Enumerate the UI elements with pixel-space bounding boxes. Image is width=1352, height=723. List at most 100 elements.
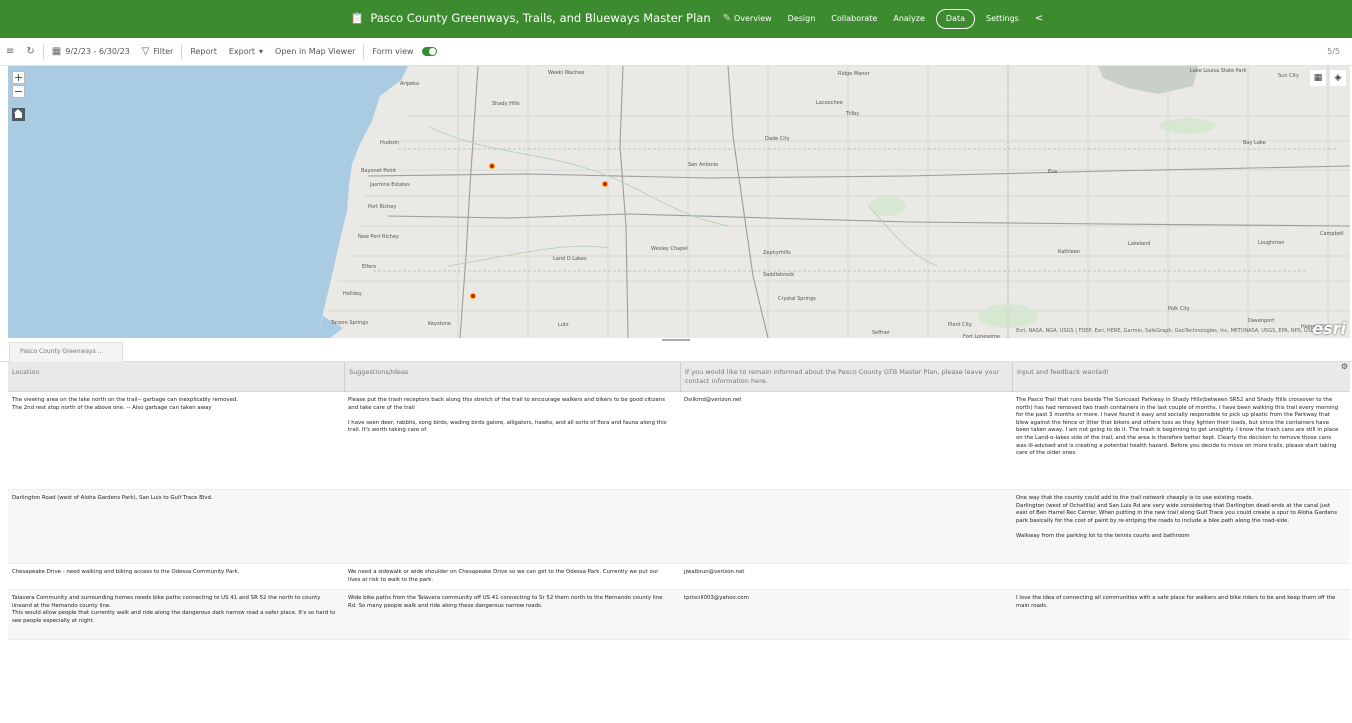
cell-input [1012, 564, 1346, 574]
map-place-label: Ridge Manor [838, 71, 870, 77]
cell-suggestions: Wide bike paths from the Talavera commun… [348, 595, 663, 609]
cell-suggestions: Please put the trash receptors back alon… [348, 397, 667, 434]
table-tab-bar: Pasco County Greenways ... [0, 338, 1352, 362]
report-button[interactable]: Report [184, 38, 223, 65]
toolbar: ≡ ↻ ▦ 9/2/23 - 6/30/23 ▽ Filter Report E… [0, 38, 1352, 66]
map-place-label: Kathleen [1058, 249, 1081, 255]
cell-suggestions: We need a sidewalk or wide shoulder on C… [348, 569, 659, 583]
map-place-label: Plant City [948, 322, 972, 328]
map-place-label: Polk City [1168, 306, 1190, 312]
cell-contact: jjwalbrun@verizon.net [684, 569, 745, 575]
cell-contact: Dsilkmd@verizon.net [684, 397, 742, 403]
home-icon[interactable] [12, 108, 25, 121]
table-row[interactable]: Talavera Community and surrounding homes… [8, 590, 1350, 640]
nav-data[interactable]: Data [935, 9, 975, 29]
map-place-label: Lacoochee [816, 100, 843, 106]
zoom-in-button[interactable]: + [12, 71, 25, 84]
export-label: Export [228, 47, 256, 56]
column-header-suggestions[interactable]: Suggestions/Ideas [344, 362, 680, 392]
map-place-label: Lutz [558, 322, 569, 328]
cell-location: Darlington Road (west of Aloha Gardens P… [12, 495, 213, 501]
main-nav: Overview Design Collaborate Analyze Data… [726, 8, 1051, 30]
column-header-contact[interactable]: If you would like to remain informed abo… [680, 362, 1012, 392]
map-place-label: Trilby [846, 111, 860, 117]
column-header-location[interactable]: Location [8, 362, 344, 392]
attribute-table: Location Suggestions/Ideas If you would … [8, 362, 1350, 640]
share-icon[interactable]: < [1027, 8, 1051, 30]
map-place-label: Seffner [872, 330, 890, 336]
map-place-label: Zephyrhills [763, 250, 791, 256]
report-label: Report [190, 47, 217, 56]
map-place-label: Campbell [1320, 231, 1344, 237]
map-place-label: Davenport [1248, 318, 1275, 324]
export-button[interactable]: Export ▾ [223, 38, 269, 65]
app-header: 📋 Pasco County Greenways, Trails, and Bl… [0, 0, 1352, 38]
map-place-label: Land O Lakes [553, 256, 587, 262]
cell-suggestions [344, 490, 676, 500]
map-place-label: Crystal Springs [778, 296, 816, 302]
nav-analyze[interactable]: Analyze [885, 8, 933, 30]
chevron-down-icon: ▾ [259, 47, 264, 56]
document-icon: 📋 [350, 11, 365, 25]
map-feature-point[interactable] [489, 163, 495, 169]
map-place-label: Bayonet Point [361, 168, 396, 174]
map-place-label: Weeki Wachee [548, 70, 585, 76]
form-view-label: Form view [372, 47, 414, 56]
table-row[interactable]: The viewing area on the lake north on th… [8, 392, 1350, 490]
divider [42, 44, 44, 59]
map-place-label: San Antonio [688, 162, 719, 168]
resize-handle[interactable] [662, 339, 690, 341]
map-place-label: Keystone [428, 321, 451, 327]
esri-logo: esri [1312, 319, 1346, 338]
map-place-label: Jasmine Estates [370, 182, 410, 188]
basemap-gallery-icon[interactable]: ▦ [1310, 70, 1326, 86]
map-place-label: Wesley Chapel [651, 246, 688, 252]
filter-icon: ▽ [141, 46, 150, 57]
open-map-viewer-button[interactable]: Open in Map Viewer [269, 38, 361, 65]
map-place-label: Aripeka [400, 81, 419, 87]
table-row[interactable]: Chesapeake Drive - need walking and biki… [8, 564, 1350, 590]
date-range-button[interactable]: ▦ 9/2/23 - 6/30/23 [46, 38, 136, 65]
nav-collaborate[interactable]: Collaborate [823, 8, 885, 30]
map-basemap [8, 66, 1350, 338]
map-place-label: Bay Lake [1243, 140, 1266, 146]
map-place-label: Elfers [362, 264, 377, 270]
column-settings-icon[interactable]: ⚙ [1341, 362, 1348, 371]
divider [181, 44, 183, 59]
date-range-label: 9/2/23 - 6/30/23 [65, 47, 130, 56]
map-place-label: Dade City [765, 136, 790, 142]
app-title-text: Pasco County Greenways, Trails, and Blue… [370, 11, 711, 25]
map-place-label: Hudson [380, 140, 399, 146]
map-place-label: Shady Hills [492, 101, 520, 107]
table-header: Location Suggestions/Ideas If you would … [8, 362, 1350, 392]
table-row[interactable]: Darlington Road (west of Aloha Gardens P… [8, 490, 1350, 564]
map-place-label: Lake Louisa State Park [1190, 68, 1247, 74]
toggle-switch[interactable] [421, 47, 437, 56]
cell-input: I love the idea of connecting all commun… [1016, 595, 1336, 609]
form-view-toggle[interactable]: Form view [366, 38, 442, 65]
map-place-label: New Port Richey [358, 234, 399, 240]
refresh-icon[interactable]: ↻ [20, 38, 40, 65]
cell-input: The Pasco Trail that runs beside The Sun… [1016, 397, 1339, 457]
filter-button[interactable]: ▽ Filter [136, 38, 180, 65]
nav-settings[interactable]: Settings [978, 8, 1027, 30]
tab-layer-table[interactable]: Pasco County Greenways ... [9, 342, 123, 362]
column-header-input[interactable]: Input and feedback wanted! [1012, 362, 1350, 392]
menu-icon[interactable]: ≡ [0, 38, 20, 65]
map-place-label: Saddlebrook [763, 272, 795, 278]
nav-design[interactable]: Design [780, 8, 824, 30]
calendar-icon: ▦ [51, 46, 62, 57]
zoom-out-button[interactable]: − [12, 85, 25, 98]
filter-label: Filter [153, 47, 174, 56]
map-place-label: Loughman [1258, 240, 1285, 246]
map-place-label: Sun City [1278, 73, 1299, 79]
nav-overview[interactable]: Overview [726, 8, 780, 30]
map-place-label: Tarpon Springs [331, 320, 369, 326]
map-feature-point[interactable] [470, 293, 476, 299]
map-view[interactable]: Weeki Wachee Aripeka Shady Hills Hudson Bayo… [8, 66, 1350, 338]
app-title: 📋 Pasco County Greenways, Trails, and Bl… [350, 11, 731, 25]
cell-contact [680, 490, 1008, 500]
map-feature-point[interactable] [602, 181, 608, 187]
layers-icon[interactable]: ◈ [1330, 70, 1346, 86]
cell-location: Chesapeake Drive - need walking and biki… [12, 569, 240, 575]
